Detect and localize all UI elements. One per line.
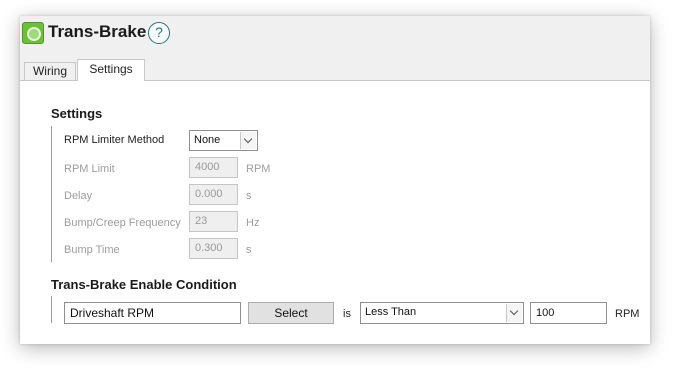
delay-input: 0.000 <box>189 184 238 205</box>
delay-label: Delay <box>64 190 93 202</box>
channel-field[interactable]: Driveshaft RPM <box>64 302 241 324</box>
rpm-limiter-method-value: None <box>194 134 221 146</box>
rpm-limit-unit: RPM <box>246 163 271 175</box>
help-button[interactable]: ? <box>148 22 170 44</box>
bump-time-input: 0.300 <box>189 238 238 259</box>
bump-time-label: Bump Time <box>64 244 120 256</box>
select-button[interactable]: Select <box>248 302 334 324</box>
rpm-limiter-method-label: RPM Limiter Method <box>64 134 165 146</box>
comparison-select[interactable]: Less Than <box>360 302 524 324</box>
settings-panel: Settings RPM Limiter Method None RPM Lim… <box>20 81 650 344</box>
threshold-field[interactable]: 100 <box>530 302 607 324</box>
settings-section-title: Settings <box>51 106 103 121</box>
chevron-down-icon[interactable] <box>506 304 522 322</box>
page-title: Trans-Brake <box>48 22 147 41</box>
bump-time-unit: s <box>246 244 252 256</box>
tab-wiring[interactable]: Wiring <box>24 62 76 80</box>
rpm-limiter-method-select[interactable]: None <box>189 130 258 151</box>
enable-condition-section-title: Trans-Brake Enable Condition <box>51 277 237 292</box>
bump-creep-frequency-unit: Hz <box>246 217 260 229</box>
delay-unit: s <box>246 190 252 202</box>
tab-bar: Wiring Settings <box>20 56 650 81</box>
trans-brake-window: Trans-Brake ? Wiring Settings Settings R… <box>20 16 650 344</box>
comparison-value: Less Than <box>365 306 417 318</box>
settings-group-line <box>51 126 52 262</box>
bump-creep-frequency-label: Bump/Creep Frequency <box>64 217 181 229</box>
chevron-down-icon[interactable] <box>240 132 256 149</box>
threshold-unit: RPM <box>615 308 640 320</box>
enable-condition-group-line <box>51 296 52 323</box>
rpm-limit-label: RPM Limit <box>64 163 115 175</box>
header: Trans-Brake ? <box>20 16 650 56</box>
tab-settings[interactable]: Settings <box>77 59 145 81</box>
question-circle-icon: ? <box>155 24 163 40</box>
trans-brake-app-icon <box>22 22 44 44</box>
rpm-limit-input: 4000 <box>189 157 238 178</box>
bump-creep-frequency-input: 23 <box>189 211 238 232</box>
is-label: is <box>343 308 351 320</box>
